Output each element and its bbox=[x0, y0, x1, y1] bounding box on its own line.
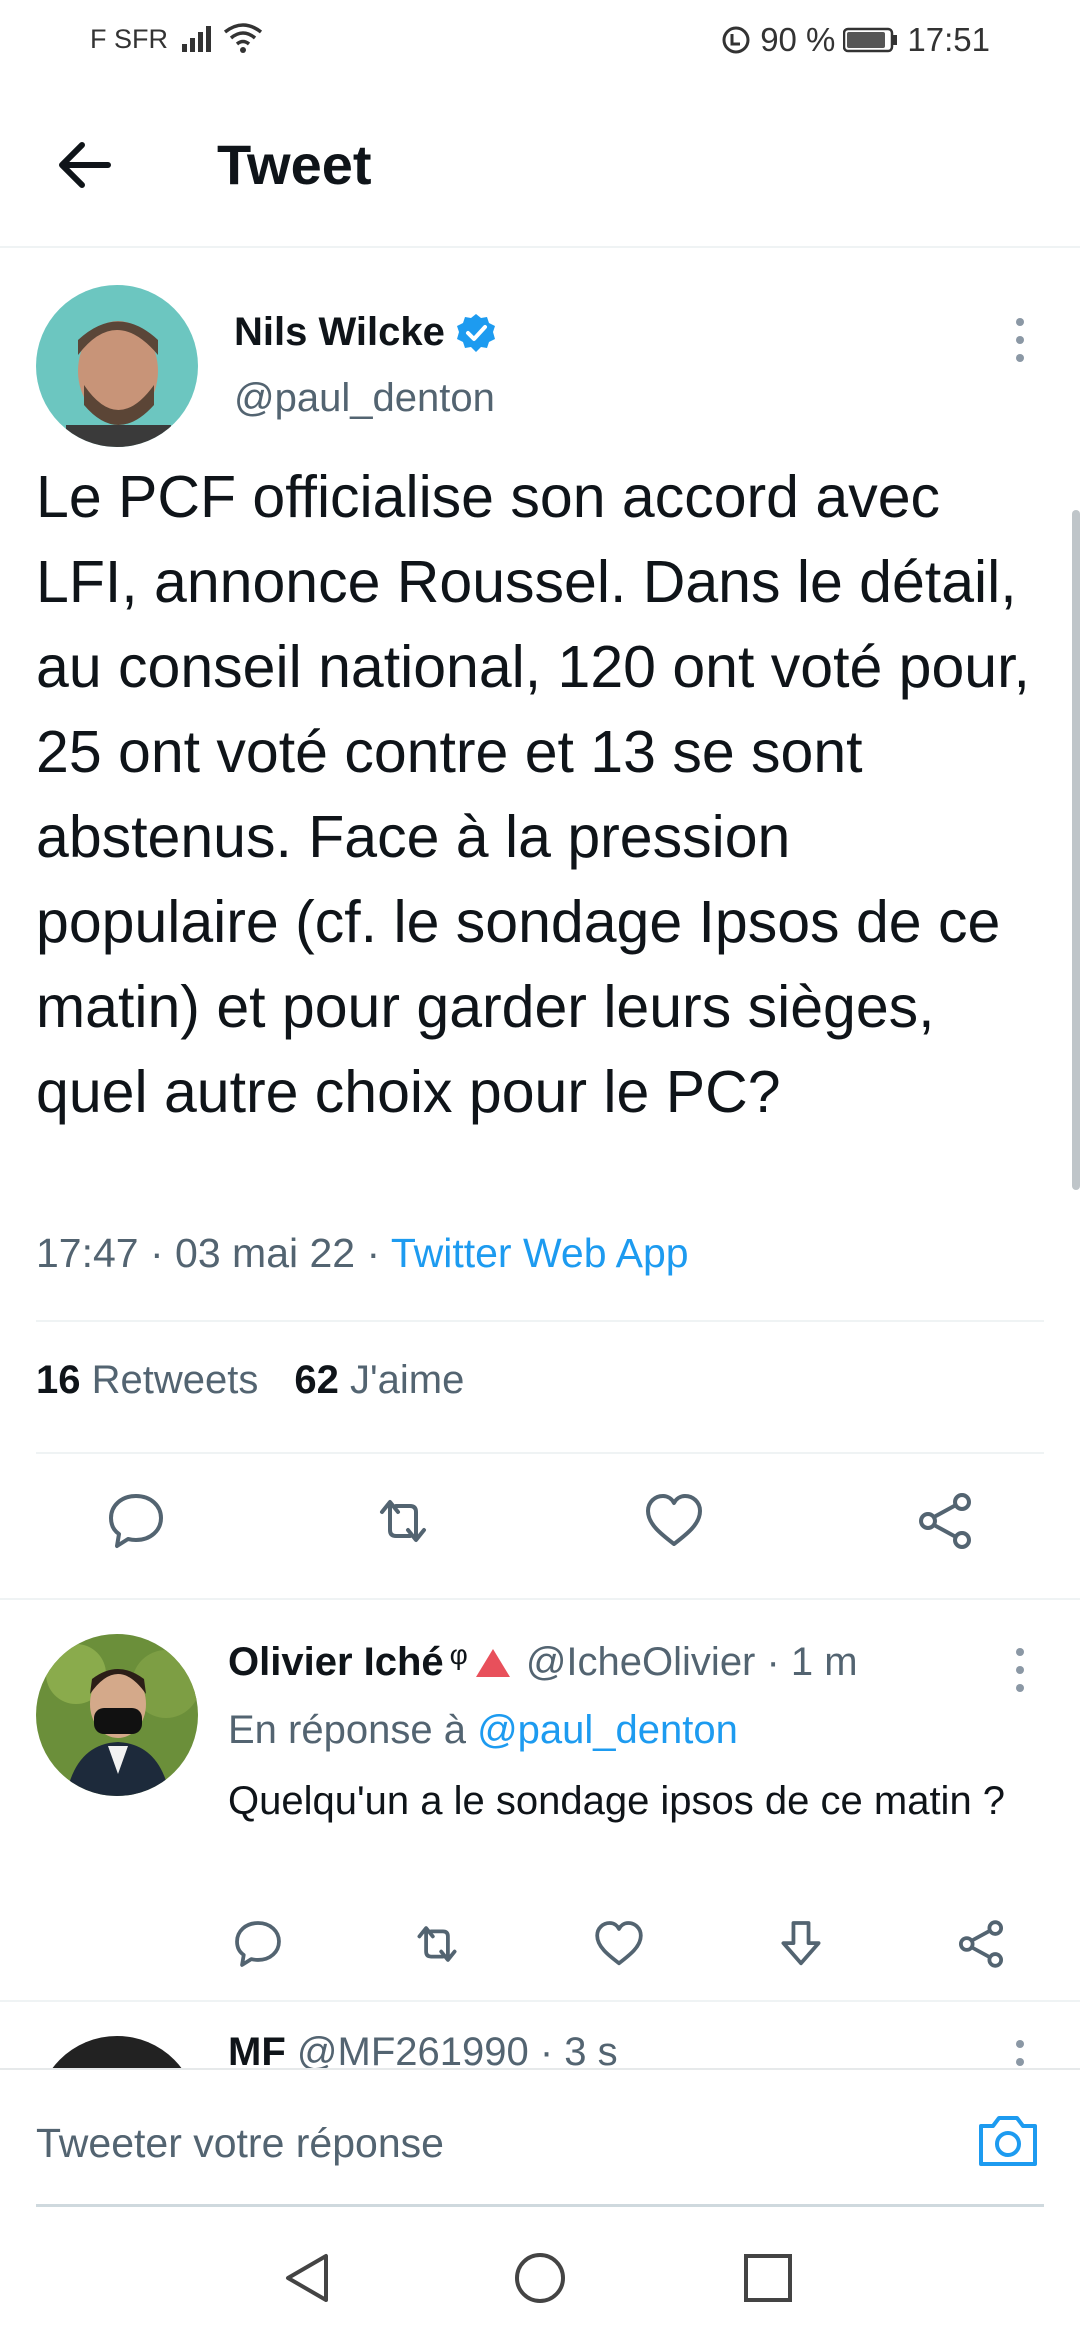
reply-icon[interactable] bbox=[105, 1490, 167, 1552]
app-header: Tweet bbox=[0, 90, 1080, 248]
reply-tweet-partial[interactable]: MF @MF261990 · 3 s bbox=[0, 2002, 1080, 2070]
author-handle: @paul_denton bbox=[234, 376, 495, 420]
like-heart-icon[interactable] bbox=[593, 1918, 645, 1970]
tweet-actions bbox=[0, 1490, 1080, 1590]
reply-avatar[interactable] bbox=[36, 1634, 198, 1796]
divider bbox=[36, 1320, 1044, 1322]
system-nav-bar bbox=[0, 2210, 1080, 2340]
reply2-handle-time: @MF261990 · 3 s bbox=[296, 2030, 618, 2070]
likes-count: 62 bbox=[294, 1358, 339, 1402]
status-bar: F SFR 90 % 17:51 bbox=[0, 0, 1080, 80]
author-name[interactable]: Nils Wilcke bbox=[234, 310, 497, 355]
retweets-label: Retweets bbox=[91, 1358, 259, 1402]
more-options-icon[interactable] bbox=[1000, 310, 1040, 370]
reply2-header: MF @MF261990 · 3 s bbox=[228, 2030, 618, 2070]
reply2-avatar[interactable] bbox=[36, 2036, 198, 2070]
like-heart-icon[interactable] bbox=[643, 1490, 705, 1552]
divider bbox=[36, 1452, 1044, 1454]
tweet-date: 03 mai 22 bbox=[175, 1230, 356, 1276]
signal-icon bbox=[182, 26, 211, 52]
page-title: Tweet bbox=[217, 133, 372, 196]
retweets-count: 16 bbox=[36, 1358, 81, 1402]
download-icon[interactable] bbox=[775, 1918, 827, 1970]
in-reply-to: En réponse à @paul_denton bbox=[228, 1708, 738, 1753]
data-saver-icon bbox=[722, 26, 750, 54]
reply-author-symbol: φ bbox=[449, 1638, 468, 1670]
reply-handle-time: @IcheOlivier · 1 m bbox=[525, 1640, 858, 1684]
battery-percent: 90 % bbox=[760, 21, 836, 58]
back-arrow-icon[interactable] bbox=[50, 130, 120, 200]
reply-tweet[interactable]: Olivier Iché φ @IcheOlivier · 1 m En rép… bbox=[0, 1600, 1080, 2000]
reply-composer[interactable]: Tweeter votre réponse bbox=[0, 2068, 1080, 2210]
share-icon[interactable] bbox=[914, 1490, 976, 1552]
reply2-author-name: MF bbox=[228, 2030, 286, 2070]
retweet-icon[interactable] bbox=[411, 1918, 463, 1970]
input-underline bbox=[36, 2204, 1044, 2207]
reply-actions bbox=[0, 1918, 1080, 1978]
tweet-text: Le PCF officialise son accord avec LFI, … bbox=[36, 464, 1030, 1125]
clock: 17:51 bbox=[907, 21, 990, 58]
reply-header: Olivier Iché φ @IcheOlivier · 1 m bbox=[228, 1638, 858, 1685]
more-options-icon[interactable] bbox=[1000, 2032, 1040, 2070]
carrier-label: F SFR bbox=[90, 24, 168, 54]
in-reply-prefix: En réponse à bbox=[228, 1708, 466, 1752]
reply-input-placeholder[interactable]: Tweeter votre réponse bbox=[36, 2120, 444, 2167]
more-options-icon[interactable] bbox=[1000, 1640, 1040, 1700]
reply-icon[interactable] bbox=[232, 1918, 284, 1970]
retweets-stat[interactable]: 16 Retweets bbox=[36, 1358, 258, 1402]
nav-recents-icon[interactable] bbox=[740, 2250, 796, 2306]
nav-home-icon[interactable] bbox=[512, 2250, 568, 2306]
battery-icon bbox=[843, 27, 898, 53]
reply-text: Quelqu'un a le sondage ipsos de ce matin… bbox=[228, 1779, 1006, 1823]
author-name-text: Nils Wilcke bbox=[234, 310, 445, 354]
tweet-stats: 16 Retweets 62 J'aime bbox=[36, 1358, 464, 1403]
share-icon[interactable] bbox=[955, 1918, 1007, 1970]
triangle-emoji-icon bbox=[475, 1648, 510, 1677]
nav-back-icon[interactable] bbox=[280, 2250, 336, 2306]
author-avatar[interactable] bbox=[36, 285, 198, 447]
reply-author-name: Olivier Iché bbox=[228, 1640, 444, 1684]
tweet-timestamp: 17:47 · 03 mai 22 · Twitter Web App bbox=[36, 1230, 689, 1276]
likes-stat[interactable]: 62 J'aime bbox=[294, 1358, 464, 1402]
in-reply-mention-link[interactable]: @paul_denton bbox=[477, 1708, 738, 1752]
tweet-time: 17:47 bbox=[36, 1230, 139, 1276]
scrollbar[interactable] bbox=[1072, 510, 1080, 1190]
likes-label: J'aime bbox=[350, 1358, 465, 1402]
verified-badge-icon bbox=[456, 313, 495, 352]
camera-icon[interactable] bbox=[975, 2110, 1041, 2170]
wifi-icon bbox=[223, 23, 263, 53]
tweet-source-link[interactable]: Twitter Web App bbox=[391, 1230, 689, 1276]
retweet-icon[interactable] bbox=[372, 1490, 434, 1552]
